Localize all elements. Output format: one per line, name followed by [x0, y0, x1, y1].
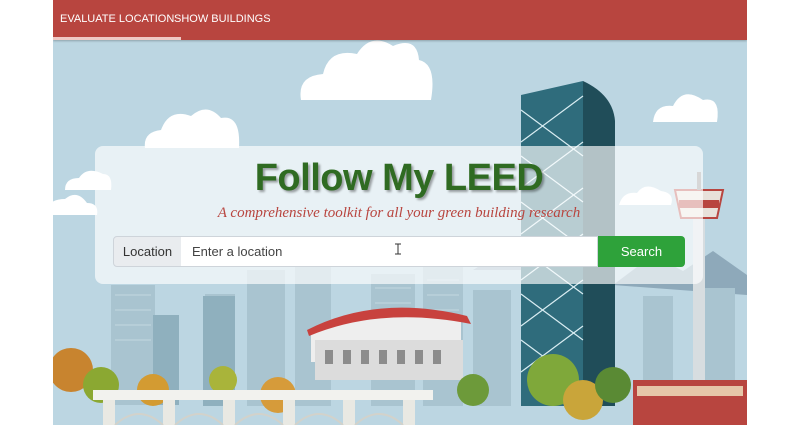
page-title: Follow My LEED	[254, 157, 544, 199]
tab-evaluate-location[interactable]: EVALUATE LOCATION	[53, 0, 182, 40]
page-subtitle: A comprehensive toolkit for all your gre…	[217, 205, 581, 221]
app-frame: EVALUATE LOCATION SHOW BUILDINGS Follow …	[53, 0, 747, 425]
text-cursor-icon	[395, 243, 401, 255]
location-label: Location	[113, 236, 182, 267]
top-navbar: EVALUATE LOCATION SHOW BUILDINGS	[53, 0, 747, 40]
location-input[interactable]	[181, 236, 598, 267]
hero-search-card: Follow My LEED A comprehensive toolkit f…	[95, 146, 703, 284]
search-button[interactable]: Search	[598, 236, 685, 267]
tab-show-buildings[interactable]: SHOW BUILDINGS	[167, 0, 278, 40]
